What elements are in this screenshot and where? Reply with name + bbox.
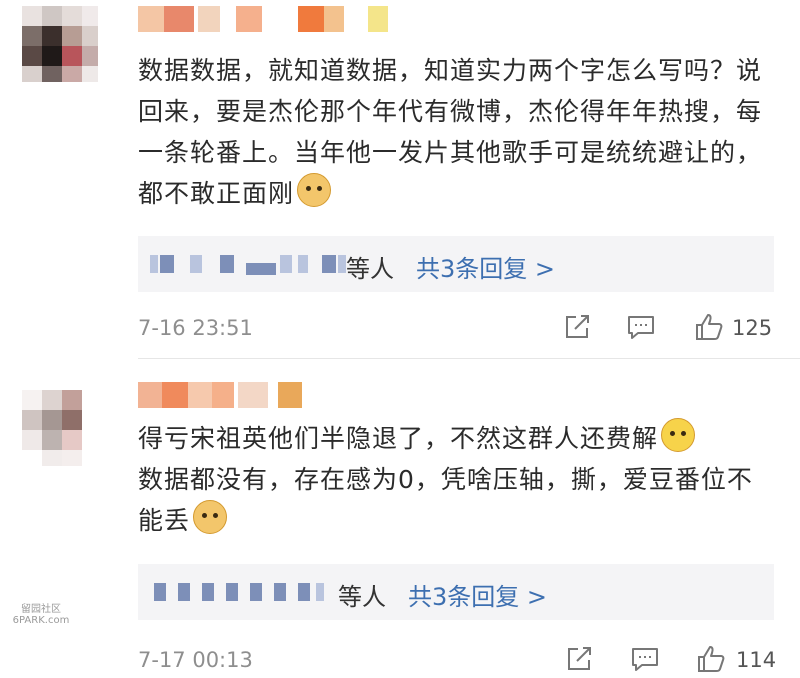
blurred-username xyxy=(316,583,324,601)
blurred-username xyxy=(298,583,310,601)
like-count: 114 xyxy=(736,648,777,672)
watermark-line: 6PARK.com xyxy=(12,615,70,626)
avatar[interactable] xyxy=(22,390,92,466)
blurred-username xyxy=(246,263,276,275)
comment-text-content: 数据都没有，存在感为0，凭啥压轴，撕，爱豆番位不能丢 xyxy=(138,465,753,535)
comment-icon[interactable] xyxy=(630,644,660,674)
reply-users-suffix: 等人 xyxy=(346,255,394,283)
blurred-username xyxy=(226,583,238,601)
comment-text: 数据数据，就知道数据，知道实力两个字怎么写吗？说回来，要是杰伦那个年代有微博，杰… xyxy=(138,50,768,214)
doge-emoji-icon xyxy=(193,500,228,534)
blurred-username xyxy=(220,255,234,273)
timestamp: 7-16 23:51 xyxy=(138,316,253,340)
blurred-username xyxy=(202,583,214,601)
doge-emoji-icon xyxy=(297,173,332,207)
comment-text: 得亏宋祖英他们半隐退了，不然这群人还费解 数据都没有，存在感为0，凭啥压轴，撕，… xyxy=(138,418,768,541)
blurred-username xyxy=(178,583,190,601)
blurred-username xyxy=(338,255,346,273)
divider xyxy=(138,358,800,359)
blurred-username xyxy=(322,255,336,273)
reply-preview[interactable]: 等人 共3条回复 > xyxy=(138,564,774,620)
laughing-emoji-icon xyxy=(661,418,696,452)
share-icon[interactable] xyxy=(564,644,594,674)
blurred-username xyxy=(150,255,158,273)
comment-meta: 7-17 00:13 114 xyxy=(138,644,778,678)
comment-text-content: 数据数据，就知道数据，知道实力两个字怎么写吗？说回来，要是杰伦那个年代有微博，杰… xyxy=(138,56,763,208)
timestamp: 7-17 00:13 xyxy=(138,648,253,672)
like-icon[interactable] xyxy=(696,644,726,674)
blurred-username xyxy=(160,255,174,273)
avatar[interactable] xyxy=(22,6,98,82)
blurred-username xyxy=(298,255,308,273)
blurred-username xyxy=(250,583,262,601)
comment-icon[interactable] xyxy=(626,312,656,342)
like-icon[interactable] xyxy=(694,312,724,342)
reply-preview[interactable]: 等人 共3条回复 > xyxy=(138,236,774,292)
blurred-username xyxy=(190,255,202,273)
share-icon[interactable] xyxy=(562,312,592,342)
comment-item: 得亏宋祖英他们半隐退了，不然这群人还费解 数据都没有，存在感为0，凭啥压轴，撕，… xyxy=(0,360,800,676)
view-replies-link[interactable]: 共3条回复 > xyxy=(416,249,555,284)
blurred-username xyxy=(280,255,292,273)
username-blurred[interactable] xyxy=(138,382,308,412)
watermark-line: 留园社区 xyxy=(21,604,61,615)
comment-text-content: 得亏宋祖英他们半隐退了，不然这群人还费解 xyxy=(138,424,659,453)
like-count: 125 xyxy=(732,316,773,340)
view-replies-link[interactable]: 共3条回复 > xyxy=(408,577,547,612)
watermark: 留园社区 6PARK.com xyxy=(6,604,76,626)
comment-item: 数据数据，就知道数据，知道实力两个字怎么写吗？说回来，要是杰伦那个年代有微博，杰… xyxy=(0,0,800,356)
blurred-username xyxy=(154,583,166,601)
blurred-username xyxy=(274,583,286,601)
username-blurred[interactable] xyxy=(138,6,398,36)
comment-meta: 7-16 23:51 125 xyxy=(138,312,778,346)
reply-users-suffix: 等人 xyxy=(338,583,386,611)
